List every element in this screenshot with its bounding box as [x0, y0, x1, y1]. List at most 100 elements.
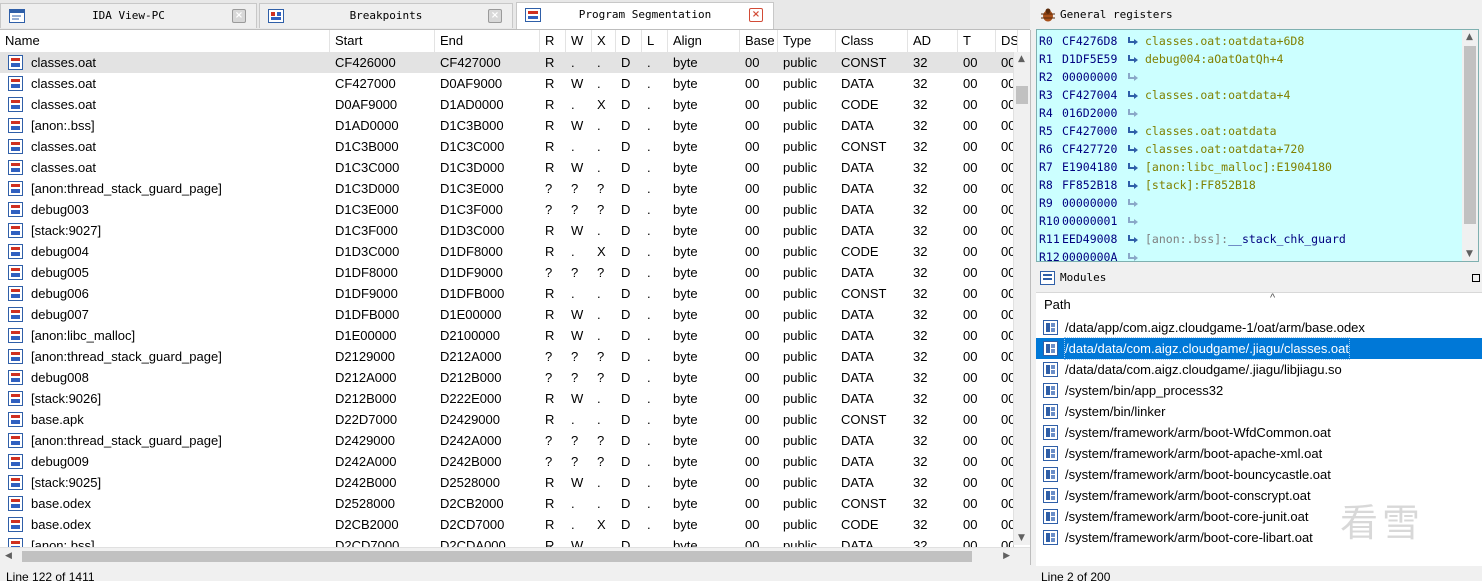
pointer-arrow-icon[interactable]: [1127, 216, 1139, 226]
column-header-ad[interactable]: AD: [908, 30, 958, 52]
scrollbar-thumb[interactable]: [1464, 46, 1476, 224]
pointer-arrow-icon[interactable]: [1127, 36, 1139, 46]
pointer-arrow-icon[interactable]: [1127, 180, 1139, 190]
module-item[interactable]: /data/data/com.aigz.cloudgame/.jiagu/cla…: [1036, 337, 1482, 360]
column-header-end[interactable]: End: [435, 30, 540, 52]
module-item[interactable]: /data/app/com.aigz.cloudgame-1/oat/arm/b…: [1036, 317, 1482, 338]
pointer-arrow-icon[interactable]: [1127, 198, 1139, 208]
segment-row[interactable]: debug006 D1DF9000 D1DFB000 R.. D. byte 00 publi…: [0, 283, 1014, 304]
register-row[interactable]: R3 CF427004 classes.oat:oatdata+4: [1037, 86, 1462, 104]
pointer-arrow-icon[interactable]: [1127, 162, 1139, 172]
column-header-t[interactable]: T: [958, 30, 996, 52]
horizontal-scrollbar[interactable]: ◀ ▶: [0, 547, 1030, 565]
register-value[interactable]: FF852B18: [1062, 176, 1117, 194]
column-header-l[interactable]: L: [642, 30, 668, 52]
register-comment[interactable]: [stack]:FF852B18: [1145, 176, 1256, 194]
segment-row[interactable]: [anon:thread_stack_guard_page] D2129000 D2…: [0, 346, 1014, 367]
column-header-align[interactable]: Align: [668, 30, 740, 52]
tab-breakpoints[interactable]: Breakpoints ×: [259, 3, 513, 28]
pointer-arrow-icon[interactable]: [1127, 90, 1139, 100]
scrollbar-thumb[interactable]: [22, 551, 972, 562]
register-comment[interactable]: [anon:.bss]:__stack_chk_guard: [1145, 230, 1346, 248]
segment-row[interactable]: base.odex D2CB2000 D2CD7000 R. X D. byte 00 publ…: [0, 514, 1014, 535]
pointer-arrow-icon[interactable]: [1127, 54, 1139, 64]
register-value[interactable]: CF427720: [1062, 140, 1117, 158]
register-comment[interactable]: classes.oat:oatdata+4: [1145, 86, 1290, 104]
register-value[interactable]: CF427004: [1062, 86, 1117, 104]
pointer-arrow-icon[interactable]: [1127, 252, 1139, 262]
segment-row[interactable]: debug009 D242A000 D242B000??? D. byte 00 publi…: [0, 451, 1014, 472]
register-row[interactable]: R11 EED49008 [anon:.bss]:__stack_chk_guard: [1037, 230, 1462, 248]
scroll-left-icon[interactable]: ◀: [5, 551, 12, 561]
close-icon[interactable]: ×: [488, 9, 502, 23]
register-comment[interactable]: classes.oat:oatdata: [1145, 122, 1277, 140]
column-header-d[interactable]: D: [616, 30, 642, 52]
segment-row[interactable]: base.apk D22D7000 D2429000 R.. D. byte 00 publi…: [0, 409, 1014, 430]
segment-row[interactable]: debug003 D1C3E000 D1C3F000??? D. byte 00 publi…: [0, 199, 1014, 220]
column-header-name[interactable]: Name: [0, 30, 330, 52]
vertical-scrollbar[interactable]: ▲ ▼: [1013, 52, 1030, 545]
register-row[interactable]: R5 CF427000 classes.oat:oatdata: [1037, 122, 1462, 140]
path-column-header[interactable]: Path: [1044, 297, 1071, 312]
segment-row[interactable]: classes.oat CF427000 D0AF9000 R W. D. byte 00 pu…: [0, 73, 1014, 94]
segment-row[interactable]: [anon:thread_stack_guard_page] D1C3D000 D1…: [0, 178, 1014, 199]
column-header-type[interactable]: Type: [778, 30, 836, 52]
pointer-arrow-icon[interactable]: [1127, 108, 1139, 118]
register-row[interactable]: R2 00000000: [1037, 68, 1462, 86]
register-row[interactable]: R12 0000000A: [1037, 248, 1462, 262]
segment-row[interactable]: base.odex D2528000 D2CB2000 R.. D. byte 00 publ…: [0, 493, 1014, 514]
segment-row[interactable]: debug005 D1DF8000 D1DF9000??? D. byte 00 publi…: [0, 262, 1014, 283]
segment-row[interactable]: classes.oat D1C3C000 D1C3D000 R W. D. byte 00 pu…: [0, 157, 1014, 178]
tab-program-segmentation[interactable]: Program Segmentation ×: [516, 2, 774, 29]
register-row[interactable]: R0 CF4276D8 classes.oat:oatdata+6D8: [1037, 32, 1462, 50]
register-comment[interactable]: classes.oat:oatdata+720: [1145, 140, 1304, 158]
column-header-class[interactable]: Class: [836, 30, 908, 52]
register-value[interactable]: CF4276D8: [1062, 32, 1117, 50]
pointer-arrow-icon[interactable]: [1127, 72, 1139, 82]
scroll-up-icon[interactable]: ▲: [1466, 32, 1473, 42]
register-value[interactable]: E1904180: [1062, 158, 1117, 176]
module-item[interactable]: /system/bin/app_process32: [1036, 380, 1482, 401]
column-header-w[interactable]: W: [566, 30, 592, 52]
module-item[interactable]: /system/framework/arm/boot-WfdCommon.oat: [1036, 422, 1482, 443]
pointer-arrow-icon[interactable]: [1127, 126, 1139, 136]
maximize-icon[interactable]: [1472, 274, 1480, 282]
segment-row[interactable]: debug004 D1D3C000 D1DF8000 R. X D. byte 00 publi…: [0, 241, 1014, 262]
segment-row[interactable]: classes.oat CF426000 CF427000 R.. D. byte 00 pu…: [0, 52, 1014, 73]
module-item[interactable]: /data/data/com.aigz.cloudgame/.jiagu/lib…: [1036, 359, 1482, 380]
register-comment[interactable]: classes.oat:oatdata+6D8: [1145, 32, 1304, 50]
module-item[interactable]: /system/framework/arm/boot-apache-xml.oa…: [1036, 443, 1482, 464]
register-row[interactable]: R8 FF852B18 [stack]:FF852B18: [1037, 176, 1462, 194]
scroll-up-icon[interactable]: ▲: [1018, 54, 1025, 64]
registers-scrollbar[interactable]: ▲ ▼: [1462, 30, 1478, 261]
register-value[interactable]: D1DF5E59: [1062, 50, 1117, 68]
segment-row[interactable]: debug007 D1DFB000 D1E00000 R W. D. byte 00 publi…: [0, 304, 1014, 325]
module-item[interactable]: /system/framework/arm/boot-bouncycastle.…: [1036, 464, 1482, 485]
segment-row[interactable]: classes.oat D0AF9000 D1AD0000 R. X D. byte 00 pu…: [0, 94, 1014, 115]
register-value[interactable]: CF427000: [1062, 122, 1117, 140]
pointer-arrow-icon[interactable]: [1127, 234, 1139, 244]
register-value[interactable]: 00000001: [1062, 212, 1117, 230]
register-value[interactable]: 0000000A: [1062, 248, 1117, 261]
register-value[interactable]: 00000000: [1062, 68, 1117, 86]
register-row[interactable]: R7 E1904180 [anon:libc_malloc]:E1904180: [1037, 158, 1462, 176]
close-icon[interactable]: ×: [749, 8, 763, 22]
scrollbar-thumb[interactable]: [1016, 86, 1028, 104]
segment-row[interactable]: [stack:9026] D212B000 D222E000 R W. D. byte 00 p…: [0, 388, 1014, 409]
module-item[interactable]: /system/bin/linker: [1036, 401, 1482, 422]
segment-row[interactable]: [stack:9027] D1C3F000 D1D3C000 R W. D. byte 00 p…: [0, 220, 1014, 241]
register-value[interactable]: 016D2000: [1062, 104, 1117, 122]
register-row[interactable]: R4 016D2000: [1037, 104, 1462, 122]
register-value[interactable]: 00000000: [1062, 194, 1117, 212]
register-value[interactable]: EED49008: [1062, 230, 1117, 248]
segment-row[interactable]: debug008 D212A000 D212B000??? D. byte 00 publi…: [0, 367, 1014, 388]
register-row[interactable]: R10 00000001: [1037, 212, 1462, 230]
column-header-ds[interactable]: DS: [996, 30, 1018, 52]
register-row[interactable]: R1 D1DF5E59 debug004:aOatOatQh+4: [1037, 50, 1462, 68]
segment-row[interactable]: [stack:9025] D242B000 D2528000 R W. D. byte 00 p…: [0, 472, 1014, 493]
register-row[interactable]: R9 00000000: [1037, 194, 1462, 212]
column-header-r[interactable]: R: [540, 30, 566, 52]
segment-row[interactable]: [anon:thread_stack_guard_page] D2429000 D2…: [0, 430, 1014, 451]
register-comment[interactable]: [anon:libc_malloc]:E1904180: [1145, 158, 1332, 176]
register-row[interactable]: R6 CF427720 classes.oat:oatdata+720: [1037, 140, 1462, 158]
